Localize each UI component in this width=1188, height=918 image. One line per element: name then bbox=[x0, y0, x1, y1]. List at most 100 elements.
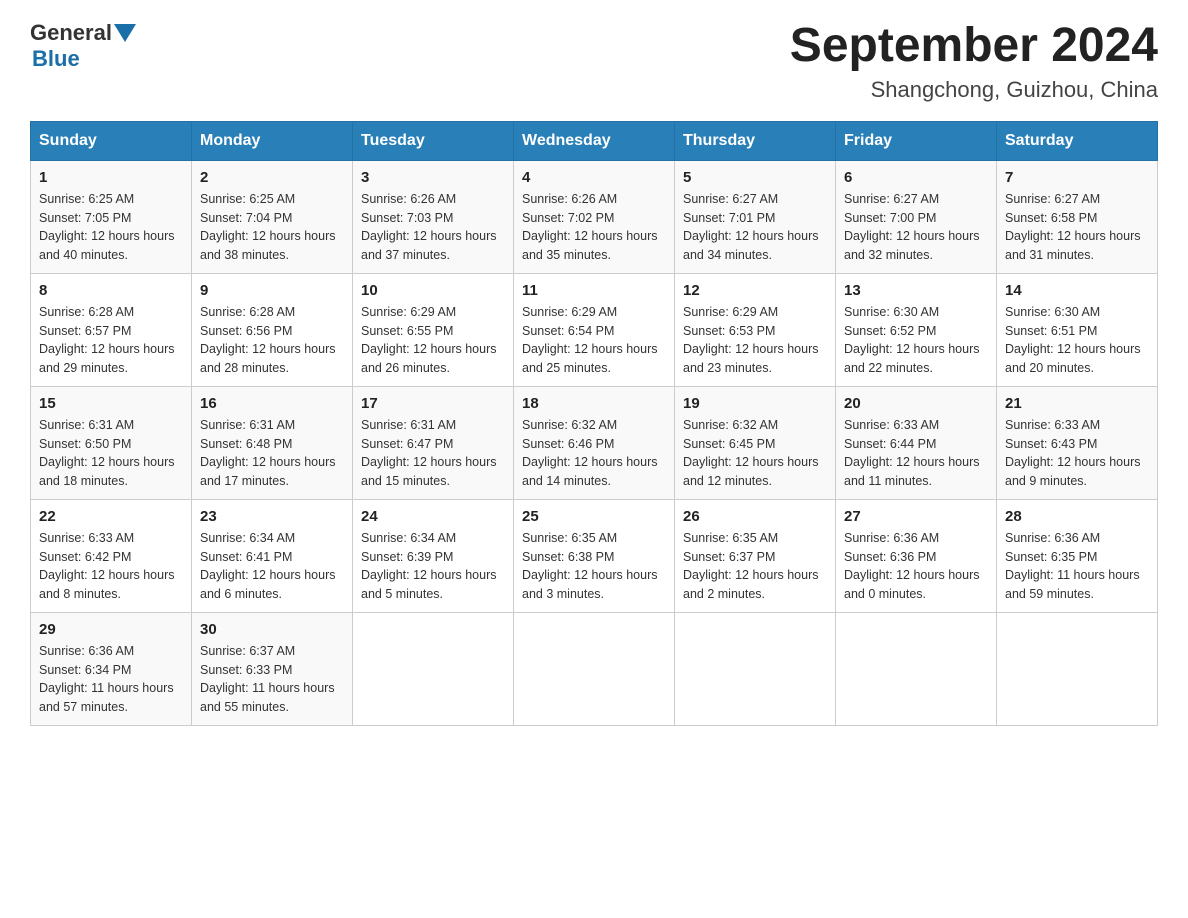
location-subtitle: Shangchong, Guizhou, China bbox=[790, 77, 1158, 103]
day-info: Sunrise: 6:36 AMSunset: 6:34 PMDaylight:… bbox=[39, 642, 183, 717]
day-info: Sunrise: 6:29 AMSunset: 6:55 PMDaylight:… bbox=[361, 303, 505, 378]
day-number: 22 bbox=[39, 508, 183, 525]
calendar-cell bbox=[675, 612, 836, 725]
calendar-cell: 9Sunrise: 6:28 AMSunset: 6:56 PMDaylight… bbox=[192, 273, 353, 386]
day-info: Sunrise: 6:31 AMSunset: 6:48 PMDaylight:… bbox=[200, 416, 344, 491]
day-info: Sunrise: 6:30 AMSunset: 6:52 PMDaylight:… bbox=[844, 303, 988, 378]
calendar-cell: 29 Sunrise: 6:36 AMSunset: 6:34 PMDayligh… bbox=[31, 612, 192, 725]
calendar-cell: 18 Sunrise: 6:32 AMSunset: 6:46 PMDayligh… bbox=[514, 386, 675, 499]
day-number: 1 bbox=[39, 169, 183, 186]
calendar-cell: 27 Sunrise: 6:36 AMSunset: 6:36 PMDayligh… bbox=[836, 499, 997, 612]
month-year-title: September 2024 bbox=[790, 20, 1158, 73]
calendar-week-row: 1 Sunrise: 6:25 AMSunset: 7:05 PMDaylight… bbox=[31, 160, 1158, 273]
calendar-cell: 4 Sunrise: 6:26 AMSunset: 7:02 PMDaylight… bbox=[514, 160, 675, 273]
calendar-table: SundayMondayTuesdayWednesdayThursdayFrid… bbox=[30, 121, 1158, 726]
day-number: 17 bbox=[361, 395, 505, 412]
calendar-cell: 11 Sunrise: 6:29 AMSunset: 6:54 PMDayligh… bbox=[514, 273, 675, 386]
day-info: Sunrise: 6:33 AMSunset: 6:44 PMDaylight:… bbox=[844, 416, 988, 491]
calendar-header-row: SundayMondayTuesdayWednesdayThursdayFrid… bbox=[31, 121, 1158, 160]
day-info: Sunrise: 6:32 AMSunset: 6:46 PMDaylight:… bbox=[522, 416, 666, 491]
calendar-cell bbox=[353, 612, 514, 725]
day-info: Sunrise: 6:31 AMSunset: 6:47 PMDaylight:… bbox=[361, 416, 505, 491]
day-info: Sunrise: 6:28 AMSunset: 6:57 PMDaylight:… bbox=[39, 303, 183, 378]
day-info: Sunrise: 6:26 AMSunset: 7:02 PMDaylight:… bbox=[522, 190, 666, 265]
day-info: Sunrise: 6:27 AMSunset: 7:01 PMDaylight:… bbox=[683, 190, 827, 265]
day-number: 19 bbox=[683, 395, 827, 412]
col-header-friday: Friday bbox=[836, 121, 997, 160]
day-number: 18 bbox=[522, 395, 666, 412]
day-info: Sunrise: 6:25 AMSunset: 7:05 PMDaylight:… bbox=[39, 190, 183, 265]
logo-triangle-icon bbox=[114, 24, 136, 42]
calendar-cell: 25 Sunrise: 6:35 AMSunset: 6:38 PMDayligh… bbox=[514, 499, 675, 612]
day-info: Sunrise: 6:36 AMSunset: 6:36 PMDaylight:… bbox=[844, 529, 988, 604]
day-number: 7 bbox=[1005, 169, 1149, 186]
calendar-cell: 28 Sunrise: 6:36 AMSunset: 6:35 PMDayligh… bbox=[997, 499, 1158, 612]
calendar-cell: 2Sunrise: 6:25 AMSunset: 7:04 PMDaylight… bbox=[192, 160, 353, 273]
calendar-cell: 14 Sunrise: 6:30 AMSunset: 6:51 PMDayligh… bbox=[997, 273, 1158, 386]
calendar-cell: 23 Sunrise: 6:34 AMSunset: 6:41 PMDayligh… bbox=[192, 499, 353, 612]
day-info: Sunrise: 6:30 AMSunset: 6:51 PMDaylight:… bbox=[1005, 303, 1149, 378]
day-number: 21 bbox=[1005, 395, 1149, 412]
calendar-cell: 20 Sunrise: 6:33 AMSunset: 6:44 PMDayligh… bbox=[836, 386, 997, 499]
day-number: 11 bbox=[522, 282, 666, 299]
day-info: Sunrise: 6:27 AMSunset: 7:00 PMDaylight:… bbox=[844, 190, 988, 265]
logo-blue-text: Blue bbox=[32, 46, 80, 71]
calendar-cell: 7 Sunrise: 6:27 AMSunset: 6:58 PMDaylight… bbox=[997, 160, 1158, 273]
col-header-sunday: Sunday bbox=[31, 121, 192, 160]
col-header-thursday: Thursday bbox=[675, 121, 836, 160]
day-number: 5 bbox=[683, 169, 827, 186]
day-number: 28 bbox=[1005, 508, 1149, 525]
day-number: 3 bbox=[361, 169, 505, 186]
day-info: Sunrise: 6:27 AMSunset: 6:58 PMDaylight:… bbox=[1005, 190, 1149, 265]
calendar-cell: 15 Sunrise: 6:31 AMSunset: 6:50 PMDayligh… bbox=[31, 386, 192, 499]
calendar-cell: 5 Sunrise: 6:27 AMSunset: 7:01 PMDaylight… bbox=[675, 160, 836, 273]
day-info: Sunrise: 6:33 AMSunset: 6:43 PMDaylight:… bbox=[1005, 416, 1149, 491]
calendar-cell: 22 Sunrise: 6:33 AMSunset: 6:42 PMDayligh… bbox=[31, 499, 192, 612]
calendar-week-row: 15 Sunrise: 6:31 AMSunset: 6:50 PMDayligh… bbox=[31, 386, 1158, 499]
day-number: 4 bbox=[522, 169, 666, 186]
day-number: 15 bbox=[39, 395, 183, 412]
calendar-cell: 1 Sunrise: 6:25 AMSunset: 7:05 PMDaylight… bbox=[31, 160, 192, 273]
calendar-cell bbox=[836, 612, 997, 725]
day-info: Sunrise: 6:29 AMSunset: 6:54 PMDaylight:… bbox=[522, 303, 666, 378]
calendar-cell bbox=[514, 612, 675, 725]
calendar-cell: 10 Sunrise: 6:29 AMSunset: 6:55 PMDayligh… bbox=[353, 273, 514, 386]
day-number: 2 bbox=[200, 169, 344, 186]
calendar-week-row: 22 Sunrise: 6:33 AMSunset: 6:42 PMDayligh… bbox=[31, 499, 1158, 612]
day-info: Sunrise: 6:31 AMSunset: 6:50 PMDaylight:… bbox=[39, 416, 183, 491]
day-number: 27 bbox=[844, 508, 988, 525]
calendar-cell: 6Sunrise: 6:27 AMSunset: 7:00 PMDaylight… bbox=[836, 160, 997, 273]
logo: General Blue bbox=[30, 20, 136, 72]
calendar-week-row: 8Sunrise: 6:28 AMSunset: 6:57 PMDaylight… bbox=[31, 273, 1158, 386]
day-number: 23 bbox=[200, 508, 344, 525]
day-info: Sunrise: 6:37 AMSunset: 6:33 PMDaylight:… bbox=[200, 642, 344, 717]
day-number: 26 bbox=[683, 508, 827, 525]
calendar-week-row: 29 Sunrise: 6:36 AMSunset: 6:34 PMDayligh… bbox=[31, 612, 1158, 725]
calendar-cell: 26Sunrise: 6:35 AMSunset: 6:37 PMDayligh… bbox=[675, 499, 836, 612]
title-area: September 2024 Shangchong, Guizhou, Chin… bbox=[790, 20, 1158, 103]
calendar-cell: 16 Sunrise: 6:31 AMSunset: 6:48 PMDayligh… bbox=[192, 386, 353, 499]
day-number: 30 bbox=[200, 621, 344, 638]
day-info: Sunrise: 6:33 AMSunset: 6:42 PMDaylight:… bbox=[39, 529, 183, 604]
day-number: 13 bbox=[844, 282, 988, 299]
calendar-cell: 13 Sunrise: 6:30 AMSunset: 6:52 PMDayligh… bbox=[836, 273, 997, 386]
day-info: Sunrise: 6:34 AMSunset: 6:39 PMDaylight:… bbox=[361, 529, 505, 604]
col-header-monday: Monday bbox=[192, 121, 353, 160]
day-number: 10 bbox=[361, 282, 505, 299]
day-info: Sunrise: 6:36 AMSunset: 6:35 PMDaylight:… bbox=[1005, 529, 1149, 604]
day-number: 25 bbox=[522, 508, 666, 525]
day-number: 16 bbox=[200, 395, 344, 412]
calendar-cell: 3Sunrise: 6:26 AMSunset: 7:03 PMDaylight… bbox=[353, 160, 514, 273]
day-number: 9 bbox=[200, 282, 344, 299]
day-info: Sunrise: 6:29 AMSunset: 6:53 PMDaylight:… bbox=[683, 303, 827, 378]
col-header-tuesday: Tuesday bbox=[353, 121, 514, 160]
day-number: 14 bbox=[1005, 282, 1149, 299]
day-info: Sunrise: 6:34 AMSunset: 6:41 PMDaylight:… bbox=[200, 529, 344, 604]
calendar-cell: 19Sunrise: 6:32 AMSunset: 6:45 PMDayligh… bbox=[675, 386, 836, 499]
calendar-cell: 8Sunrise: 6:28 AMSunset: 6:57 PMDaylight… bbox=[31, 273, 192, 386]
day-number: 29 bbox=[39, 621, 183, 638]
calendar-cell: 24Sunrise: 6:34 AMSunset: 6:39 PMDayligh… bbox=[353, 499, 514, 612]
day-number: 12 bbox=[683, 282, 827, 299]
day-number: 20 bbox=[844, 395, 988, 412]
day-info: Sunrise: 6:35 AMSunset: 6:38 PMDaylight:… bbox=[522, 529, 666, 604]
